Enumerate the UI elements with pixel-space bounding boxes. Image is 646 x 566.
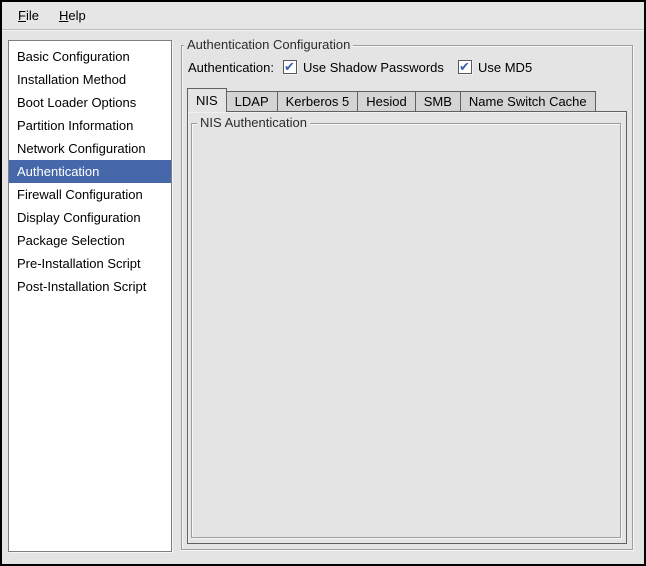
menu-help[interactable]: Help — [49, 5, 96, 26]
nis-authentication-frame — [191, 123, 621, 538]
use-shadow-passwords-label[interactable]: Use Shadow Passwords — [303, 60, 444, 75]
use-md5-checkbox[interactable] — [458, 60, 472, 74]
tab-kerberos5[interactable]: Kerberos 5 — [277, 91, 359, 111]
sidebar-item-package-selection[interactable]: Package Selection — [9, 229, 171, 252]
tab-ldap[interactable]: LDAP — [226, 91, 278, 111]
category-list: Basic Configuration Installation Method … — [8, 40, 172, 552]
sidebar-item-post-installation-script[interactable]: Post-Installation Script — [9, 275, 171, 298]
authentication-label: Authentication: — [188, 60, 274, 75]
tab-nis[interactable]: NIS — [187, 88, 227, 112]
sidebar-item-boot-loader-options[interactable]: Boot Loader Options — [9, 91, 171, 114]
sidebar-item-pre-installation-script[interactable]: Pre-Installation Script — [9, 252, 171, 275]
tab-smb[interactable]: SMB — [415, 91, 461, 111]
nis-authentication-frame-title: NIS Authentication — [197, 115, 310, 130]
use-shadow-passwords-checkbox[interactable] — [283, 60, 297, 74]
auth-method-tabbar: NIS LDAP Kerberos 5 Hesiod SMB Name Swit… — [187, 88, 595, 111]
sidebar-item-network-configuration[interactable]: Network Configuration — [9, 137, 171, 160]
use-md5-label[interactable]: Use MD5 — [478, 60, 532, 75]
sidebar-item-basic-configuration[interactable]: Basic Configuration — [9, 45, 171, 68]
menu-file[interactable]: File — [8, 5, 49, 26]
kickstart-configurator-window: File Help Basic Configuration Installati… — [0, 0, 646, 566]
sidebar-item-firewall-configuration[interactable]: Firewall Configuration — [9, 183, 171, 206]
sidebar-item-installation-method[interactable]: Installation Method — [9, 68, 171, 91]
tab-name-switch-cache[interactable]: Name Switch Cache — [460, 91, 596, 111]
sidebar-item-display-configuration[interactable]: Display Configuration — [9, 206, 171, 229]
tab-hesiod[interactable]: Hesiod — [357, 91, 415, 111]
sidebar-item-partition-information[interactable]: Partition Information — [9, 114, 171, 137]
menu-bar: File Help — [2, 2, 644, 30]
sidebar-item-authentication[interactable]: Authentication — [9, 160, 171, 183]
authentication-configuration-frame-title: Authentication Configuration — [184, 37, 353, 52]
